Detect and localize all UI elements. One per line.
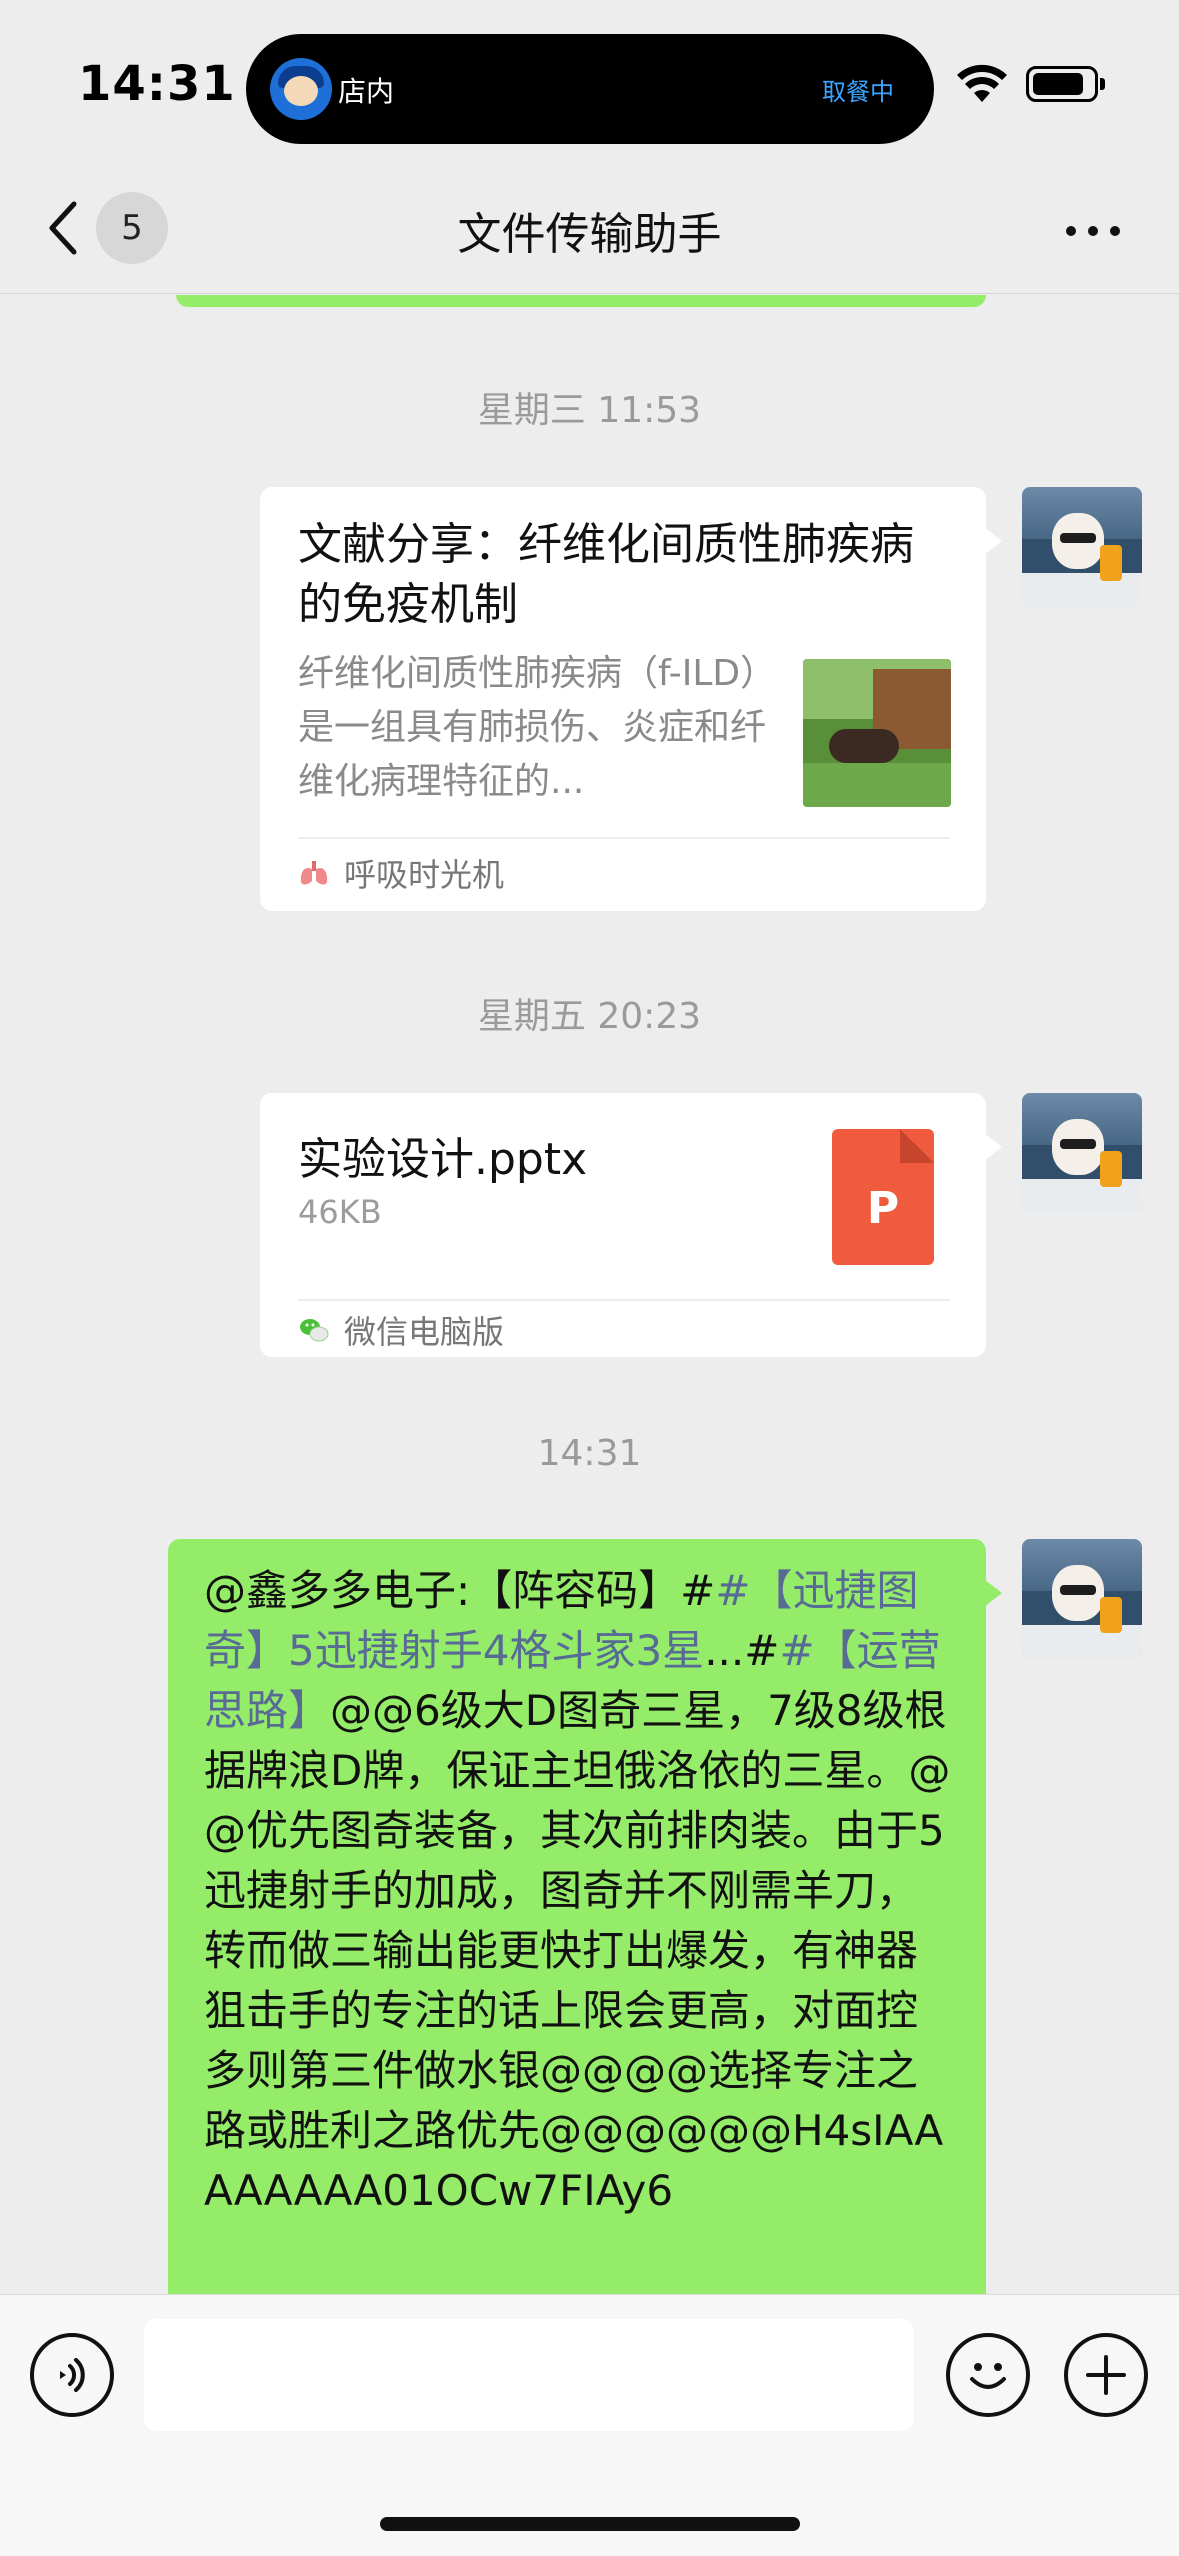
plus-icon bbox=[1086, 2355, 1126, 2395]
article-thumbnail bbox=[803, 659, 951, 807]
message-text: @鑫多多电子:【阵容码】##【迅捷图奇】5迅捷射手4格斗家3星...##【运营思… bbox=[204, 1566, 951, 2215]
article-source-name: 呼吸时光机 bbox=[344, 856, 505, 894]
island-label: 店内 bbox=[338, 75, 395, 108]
wechat-icon bbox=[300, 1319, 329, 1342]
dynamic-island-activity[interactable]: 店内 取餐中 bbox=[246, 34, 934, 144]
wifi-icon bbox=[957, 64, 1007, 102]
hashtag-link[interactable]: 5迅捷射手4格斗家3星 bbox=[288, 1626, 704, 1675]
article-source[interactable]: 呼吸时光机 bbox=[298, 843, 504, 903]
text-message-bubble[interactable]: @鑫多多电子:【阵容码】##【迅捷图奇】5迅捷射手4格斗家3星...##【运营思… bbox=[168, 1539, 1002, 2294]
status-bar: 14:31 店内 取餐中 bbox=[0, 0, 1179, 170]
file-source[interactable]: 微信电脑版 bbox=[298, 1303, 504, 1357]
more-actions-button[interactable] bbox=[1064, 2333, 1148, 2417]
avatar[interactable] bbox=[1022, 487, 1142, 607]
message-input[interactable] bbox=[144, 2319, 914, 2431]
timestamp: 星期五 20:23 bbox=[477, 996, 702, 1037]
pptx-file-icon: P bbox=[832, 1129, 934, 1265]
file-card[interactable]: 实验设计.pptx 46KB P 微信电脑版 bbox=[260, 1093, 1002, 1357]
file-source-name: 微信电脑版 bbox=[344, 1313, 505, 1351]
voice-icon bbox=[60, 2358, 85, 2392]
timestamp: 14:31 bbox=[537, 1433, 642, 1474]
status-time: 14:31 bbox=[78, 56, 236, 112]
nav-bar: 5 文件传输助手 bbox=[0, 170, 1179, 294]
island-status: 取餐中 bbox=[822, 78, 894, 106]
article-card[interactable]: 文献分享：纤维化间质性肺疾病的免疫机制 纤维化间质性肺疾病（f-ILD）是一组具… bbox=[260, 487, 1002, 911]
mascot-icon bbox=[270, 58, 332, 120]
divider bbox=[298, 1299, 950, 1301]
emoji-button[interactable] bbox=[946, 2333, 1030, 2417]
lungs-icon bbox=[300, 861, 328, 885]
avatar[interactable] bbox=[1022, 1093, 1142, 1213]
more-options-icon[interactable] bbox=[1066, 220, 1126, 240]
voice-input-button[interactable] bbox=[30, 2333, 114, 2417]
avatar[interactable] bbox=[1022, 1539, 1142, 1659]
file-size: 46KB bbox=[298, 1193, 382, 1231]
emoji-icon bbox=[970, 2363, 1006, 2389]
home-indicator[interactable] bbox=[380, 2517, 800, 2531]
chat-title: 文件传输助手 bbox=[457, 209, 722, 260]
file-name: 实验设计.pptx bbox=[298, 1134, 588, 1185]
previous-message-bubble[interactable] bbox=[176, 295, 986, 307]
article-title: 文献分享：纤维化间质性肺疾病的免疫机制 bbox=[298, 519, 914, 630]
chat-messages[interactable]: 星期三 11:53 文献分享：纤维化间质性肺疾病的免疫机制 纤维化间质性肺疾病（… bbox=[0, 295, 1179, 2294]
timestamp: 星期三 11:53 bbox=[477, 390, 702, 431]
divider bbox=[298, 837, 950, 839]
input-bar bbox=[0, 2294, 1179, 2556]
article-description: 纤维化间质性肺疾病（f-ILD）是一组具有肺损伤、炎症和纤维化病理特征的... bbox=[298, 653, 767, 802]
battery-icon bbox=[1026, 66, 1105, 102]
